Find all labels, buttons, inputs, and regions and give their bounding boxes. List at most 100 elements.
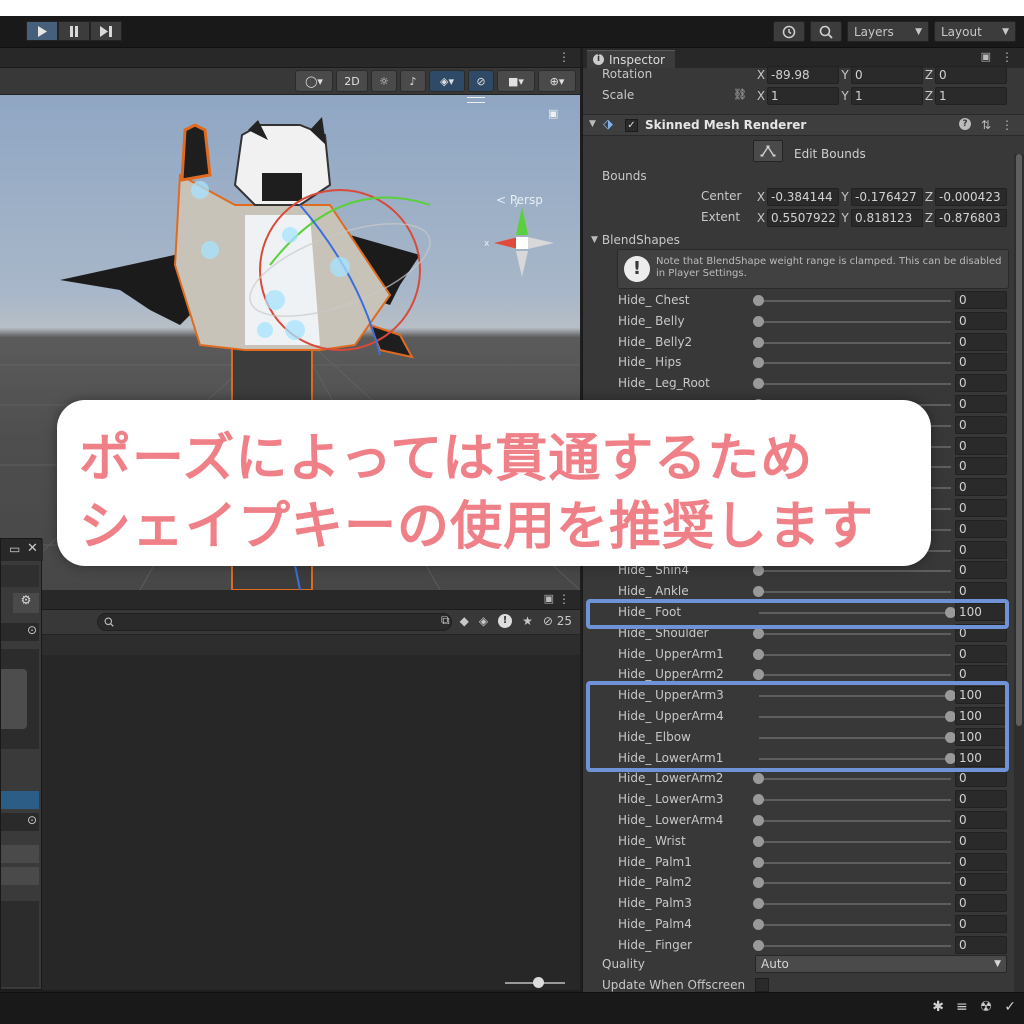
blendshape-slider-track[interactable] [759,924,951,926]
blendshape-value-field[interactable]: 0 [955,852,1007,871]
blendshape-slider-knob[interactable] [753,794,764,806]
blendshape-slider-knob[interactable] [753,295,764,306]
blendshape-value-field[interactable]: 0 [955,291,1007,309]
label-icon[interactable]: ◈ [479,614,488,628]
blendshape-value-field[interactable]: 0 [955,374,1007,393]
blendshape-value-field[interactable]: 0 [955,831,1007,850]
blendshape-value-field[interactable]: 0 [955,873,1007,892]
search-button[interactable] [810,21,842,42]
orientation-gizmo[interactable]: y x [478,195,558,285]
persp-label[interactable]: < Persp [496,193,543,207]
blendshape-slider-track[interactable] [759,778,951,781]
blendshape-value-field[interactable]: 0 [955,499,1007,517]
blendshape-slider-knob[interactable] [753,336,764,348]
blendshape-slider-track[interactable] [759,840,951,843]
lightmap-icon[interactable]: ☢ [980,999,993,1015]
button-row-2[interactable] [1,867,39,885]
object-field-2[interactable]: ⊙ [1,813,39,831]
extent-x-field[interactable]: 0.5507922 [767,209,839,227]
center-y-field[interactable]: -0.176427 [851,188,923,206]
blendshape-value-field[interactable]: 0 [955,644,1007,663]
blendshape-slider-track[interactable] [759,820,951,822]
rotation-x-field[interactable]: -89.98 [767,66,839,84]
button-row-1[interactable] [1,845,39,863]
blendshape-value-field[interactable]: 0 [955,478,1007,497]
blendshape-value-field[interactable]: 0 [955,811,1007,829]
more-options-icon[interactable]: ⋮ [558,50,570,64]
history-button[interactable] [773,21,805,42]
blendshape-value-field[interactable]: 0 [955,769,1007,788]
center-z-field[interactable]: -0.000423 [935,188,1007,206]
blendshape-slider-track[interactable] [759,861,951,864]
blendshape-slider-knob[interactable] [753,856,764,868]
star-icon[interactable]: ★ [522,614,533,628]
shading-mode-button[interactable]: ◯▾ [295,70,333,92]
blendshape-slider-track[interactable] [759,882,951,885]
blendshape-slider-knob[interactable] [753,919,764,930]
check-circle-icon[interactable]: ✓ [1004,999,1016,1015]
component-enabled-checkbox[interactable]: ✓ [625,119,638,132]
blendshape-slider-knob[interactable] [753,565,764,577]
drag-handle-icon[interactable] [467,97,485,103]
blendshape-value-field[interactable]: 0 [955,915,1007,933]
blendshape-slider-track[interactable] [759,632,951,635]
filter-type-icon[interactable]: ◆ [460,614,469,628]
rotation-z-field[interactable]: 0 [935,66,1007,84]
blendshape-value-field[interactable]: 0 [955,582,1007,601]
help-icon[interactable]: ? [958,118,971,130]
blendshape-value-field[interactable]: 0 [955,332,1007,351]
quality-dropdown[interactable]: Auto ▼ [755,955,1007,973]
layout-dropdown[interactable]: Layout ▼ [934,21,1016,42]
blendshape-value-field[interactable]: 0 [955,540,1007,559]
scrollbar-thumb[interactable] [1016,154,1022,726]
blendshapes-foldout[interactable]: ▼ BlendShapes [591,231,680,249]
bug-icon[interactable]: ✱ [932,999,944,1015]
blendshape-value-field[interactable]: 0 [955,395,1007,413]
lock-icon[interactable]: ▣ [544,592,554,605]
float-field[interactable] [1,565,39,587]
blendshape-slider-track[interactable] [759,944,951,947]
blendshape-slider-knob[interactable] [753,315,764,327]
blendshape-value-field[interactable]: 0 [955,935,1007,954]
blendshape-slider-track[interactable] [759,591,951,594]
blendshape-value-field[interactable]: 0 [955,519,1007,538]
more-options-icon[interactable]: ⋮ [558,592,570,606]
maximize-icon[interactable]: ▭ [9,542,20,556]
blendshape-value-field[interactable]: 0 [955,561,1007,580]
object-field[interactable]: ⊙ [1,623,39,641]
blendshape-slider-knob[interactable] [753,586,764,598]
selected-row[interactable] [1,791,39,809]
rotation-y-field[interactable]: 0 [851,66,923,84]
blendshape-slider-track[interactable] [759,341,951,344]
blendshape-slider-track[interactable] [759,903,951,906]
blendshape-slider-knob[interactable] [753,648,764,660]
link-icon[interactable]: ⛓ [733,88,747,101]
hidden-packages-button[interactable]: ⊘ 25 [543,614,572,628]
blendshape-slider-knob[interactable] [753,669,764,681]
camera-button[interactable]: ■▾ [497,70,535,92]
blendshape-value-field[interactable]: 0 [955,790,1007,809]
preset-icon[interactable]: ⇅ [981,118,991,132]
blendshape-slider-track[interactable] [759,653,951,656]
skinned-mesh-renderer-header[interactable]: ▼ ⬗ ✓ Skinned Mesh Renderer ? ⇅ ⋮ [583,114,1024,136]
blendshape-slider-track[interactable] [759,674,951,677]
blendshape-slider-track[interactable] [759,362,951,365]
audio-button[interactable]: ♪ [400,70,426,92]
camera-thumbnail[interactable] [1,669,27,729]
blendshape-slider-knob[interactable] [753,773,764,785]
project-row[interactable] [42,635,580,655]
extent-z-field[interactable]: -0.876803 [935,209,1007,227]
blendshape-slider-knob[interactable] [753,939,764,951]
effects-button[interactable]: ◈▾ [429,70,465,92]
project-search-input[interactable] [97,613,452,631]
blendshape-slider-knob[interactable] [753,627,764,639]
blendshape-value-field[interactable]: 0 [955,457,1007,476]
inspector-scrollbar[interactable] [1014,154,1024,992]
scale-x-field[interactable]: 1 [767,87,839,105]
blendshape-slider-knob[interactable] [753,877,764,889]
step-button[interactable] [90,21,122,41]
settings-button[interactable]: ⚙ [13,593,39,613]
more-options-icon[interactable]: ⋮ [1001,118,1013,132]
blendshape-value-field[interactable]: 0 [955,311,1007,330]
mode-2d-button[interactable]: 2D [336,70,368,92]
